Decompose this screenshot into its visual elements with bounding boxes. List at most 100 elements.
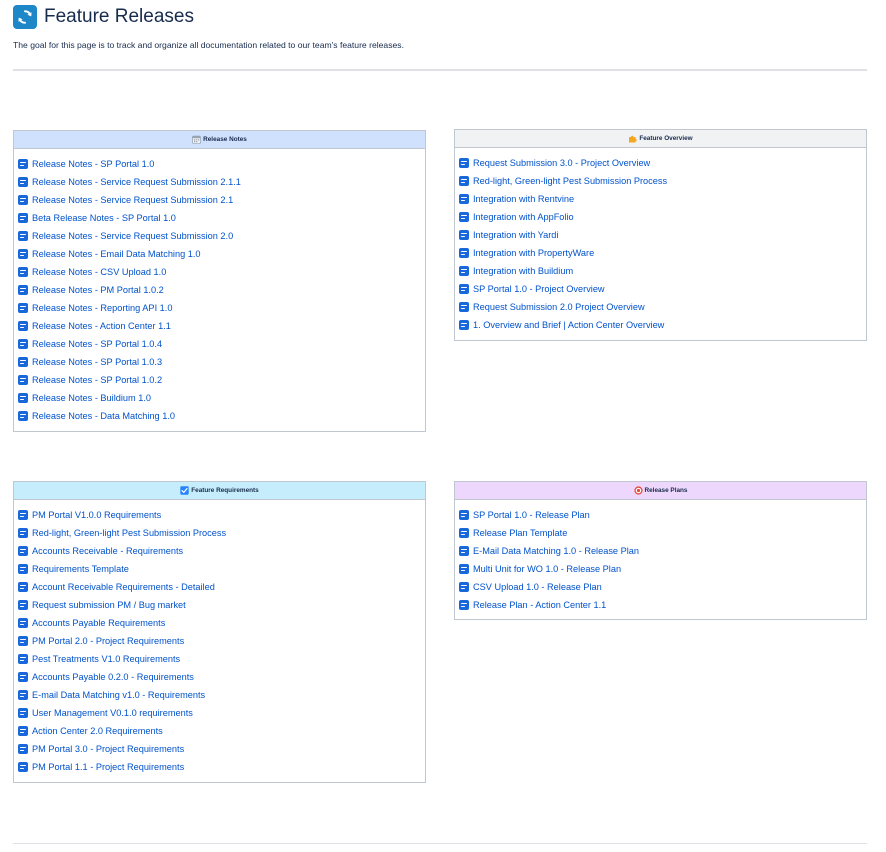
document-icon bbox=[18, 393, 28, 403]
list-item-label[interactable]: Pest Treatments V1.0 Requirements bbox=[32, 654, 180, 664]
list-item-label[interactable]: Release Notes - Buildium 1.0 bbox=[32, 393, 151, 403]
list-item-label[interactable]: Multi Unit for WO 1.0 - Release Plan bbox=[473, 564, 621, 574]
list-item-label[interactable]: Release Notes - Action Center 1.1 bbox=[32, 321, 171, 331]
list-item-label[interactable]: PM Portal 3.0 - Project Requirements bbox=[32, 744, 184, 754]
list-item-label[interactable]: Accounts Payable 0.2.0 - Requirements bbox=[32, 672, 194, 682]
document-icon bbox=[18, 600, 28, 610]
document-icon bbox=[18, 267, 28, 277]
list-item-label[interactable]: Integration with Yardi bbox=[473, 230, 558, 240]
list-item[interactable]: Release Plan Template bbox=[459, 524, 866, 542]
list-item[interactable]: SP Portal 1.0 - Release Plan bbox=[459, 506, 866, 524]
document-icon bbox=[18, 321, 28, 331]
list-item-label[interactable]: Action Center 2.0 Requirements bbox=[32, 726, 163, 736]
list-item-label[interactable]: Red-light, Green-light Pest Submission P… bbox=[473, 176, 667, 186]
list-item-label[interactable]: Release Notes - Service Request Submissi… bbox=[32, 195, 233, 205]
list-item[interactable]: PM Portal 3.0 - Project Requirements bbox=[18, 740, 425, 758]
list-item-label[interactable]: E-mail Data Matching v1.0 - Requirements bbox=[32, 690, 205, 700]
document-icon bbox=[459, 230, 469, 240]
list-item[interactable]: Request Submission 2.0 Project Overview bbox=[459, 298, 866, 316]
list-item[interactable]: Release Notes - Data Matching 1.0 bbox=[18, 407, 425, 425]
list-item-label[interactable]: Release Notes - SP Portal 1.0 bbox=[32, 159, 154, 169]
list-item[interactable]: Pest Treatments V1.0 Requirements bbox=[18, 650, 425, 668]
list-item-label[interactable]: Release Plan - Action Center 1.1 bbox=[473, 600, 606, 610]
list-item[interactable]: Integration with Rentvine bbox=[459, 190, 866, 208]
release-plans-list: SP Portal 1.0 - Release Plan Release Pla… bbox=[455, 500, 866, 614]
list-item[interactable]: Accounts Payable Requirements bbox=[18, 614, 425, 632]
list-item-label[interactable]: Release Notes - SP Portal 1.0.3 bbox=[32, 357, 162, 367]
list-item-label[interactable]: SP Portal 1.0 - Project Overview bbox=[473, 284, 605, 294]
document-icon bbox=[459, 266, 469, 276]
list-item[interactable]: Accounts Payable 0.2.0 - Requirements bbox=[18, 668, 425, 686]
list-item[interactable]: Account Receivable Requirements - Detail… bbox=[18, 578, 425, 596]
list-item[interactable]: Release Notes - Buildium 1.0 bbox=[18, 389, 425, 407]
list-item[interactable]: PM Portal V1.0.0 Requirements bbox=[18, 506, 425, 524]
list-item-label[interactable]: PM Portal V1.0.0 Requirements bbox=[32, 510, 161, 520]
list-item-label[interactable]: PM Portal 2.0 - Project Requirements bbox=[32, 636, 184, 646]
list-item-label[interactable]: SP Portal 1.0 - Release Plan bbox=[473, 510, 590, 520]
list-item-label[interactable]: Requirements Template bbox=[32, 564, 129, 574]
list-item[interactable]: Release Notes - SP Portal 1.0.3 bbox=[18, 353, 425, 371]
list-item[interactable]: Action Center 2.0 Requirements bbox=[18, 722, 425, 740]
list-item[interactable]: SP Portal 1.0 - Project Overview bbox=[459, 280, 866, 298]
list-item-label[interactable]: Release Notes - Data Matching 1.0 bbox=[32, 411, 175, 421]
list-item-label[interactable]: Release Notes - CSV Upload 1.0 bbox=[32, 267, 166, 277]
list-item-label[interactable]: User Management V0.1.0 requirements bbox=[32, 708, 193, 718]
list-item-label[interactable]: Release Notes - Email Data Matching 1.0 bbox=[32, 249, 201, 259]
list-item[interactable]: Integration with Yardi bbox=[459, 226, 866, 244]
list-item-label[interactable]: Integration with PropertyWare bbox=[473, 248, 594, 258]
list-item[interactable]: Release Notes - Email Data Matching 1.0 bbox=[18, 245, 425, 263]
list-item-label[interactable]: E-Mail Data Matching 1.0 - Release Plan bbox=[473, 546, 639, 556]
list-item[interactable]: Multi Unit for WO 1.0 - Release Plan bbox=[459, 560, 866, 578]
list-item[interactable]: User Management V0.1.0 requirements bbox=[18, 704, 425, 722]
list-item-label[interactable]: PM Portal 1.1 - Project Requirements bbox=[32, 762, 184, 772]
list-item[interactable]: Release Notes - Service Request Submissi… bbox=[18, 191, 425, 209]
list-item[interactable]: Release Notes - SP Portal 1.0.4 bbox=[18, 335, 425, 353]
list-item-label[interactable]: Request submission PM / Bug market bbox=[32, 600, 186, 610]
list-item-label[interactable]: Release Notes - Reporting API 1.0 bbox=[32, 303, 172, 313]
list-item[interactable]: Requirements Template bbox=[18, 560, 425, 578]
list-item-label[interactable]: Accounts Payable Requirements bbox=[32, 618, 165, 628]
list-item[interactable]: Release Notes - SP Portal 1.0.2 bbox=[18, 371, 425, 389]
list-item[interactable]: Integration with Buildium bbox=[459, 262, 866, 280]
list-item[interactable]: Red-light, Green-light Pest Submission P… bbox=[459, 172, 866, 190]
list-item[interactable]: Release Notes - Action Center 1.1 bbox=[18, 317, 425, 335]
list-item[interactable]: Release Notes - SP Portal 1.0 bbox=[18, 155, 425, 173]
list-item[interactable]: CSV Upload 1.0 - Release Plan bbox=[459, 578, 866, 596]
list-item-label[interactable]: 1. Overview and Brief | Action Center Ov… bbox=[473, 320, 664, 330]
list-item-label[interactable]: Release Notes - Service Request Submissi… bbox=[32, 177, 241, 187]
list-item[interactable]: E-mail Data Matching v1.0 - Requirements bbox=[18, 686, 425, 704]
list-item[interactable]: Integration with AppFolio bbox=[459, 208, 866, 226]
list-item-label[interactable]: Accounts Receivable - Requirements bbox=[32, 546, 183, 556]
list-item-label[interactable]: Integration with AppFolio bbox=[473, 212, 574, 222]
list-item-label[interactable]: Integration with Rentvine bbox=[473, 194, 574, 204]
list-item-label[interactable]: Release Notes - Service Request Submissi… bbox=[32, 231, 233, 241]
list-item[interactable]: Request Submission 3.0 - Project Overvie… bbox=[459, 154, 866, 172]
list-item-label[interactable]: Release Notes - PM Portal 1.0.2 bbox=[32, 285, 164, 295]
list-item[interactable]: Request submission PM / Bug market bbox=[18, 596, 425, 614]
list-item[interactable]: E-Mail Data Matching 1.0 - Release Plan bbox=[459, 542, 866, 560]
list-item-label[interactable]: Request Submission 3.0 - Project Overvie… bbox=[473, 158, 650, 168]
list-item[interactable]: Accounts Receivable - Requirements bbox=[18, 542, 425, 560]
list-item-label[interactable]: Red-light, Green-light Pest Submission P… bbox=[32, 528, 226, 538]
list-item[interactable]: Red-light, Green-light Pest Submission P… bbox=[18, 524, 425, 542]
list-item[interactable]: Beta Release Notes - SP Portal 1.0 bbox=[18, 209, 425, 227]
list-item[interactable]: Release Plan - Action Center 1.1 bbox=[459, 596, 866, 614]
list-item[interactable]: Release Notes - Service Request Submissi… bbox=[18, 173, 425, 191]
list-item-label[interactable]: Account Receivable Requirements - Detail… bbox=[32, 582, 215, 592]
list-item[interactable]: 1. Overview and Brief | Action Center Ov… bbox=[459, 316, 866, 334]
list-item-label[interactable]: Integration with Buildium bbox=[473, 266, 573, 276]
list-item-label[interactable]: CSV Upload 1.0 - Release Plan bbox=[473, 582, 602, 592]
list-item-label[interactable]: Release Notes - SP Portal 1.0.4 bbox=[32, 339, 162, 349]
list-item[interactable]: PM Portal 2.0 - Project Requirements bbox=[18, 632, 425, 650]
list-item[interactable]: PM Portal 1.1 - Project Requirements bbox=[18, 758, 425, 776]
list-item[interactable]: Integration with PropertyWare bbox=[459, 244, 866, 262]
calendar-icon bbox=[192, 135, 201, 144]
list-item-label[interactable]: Request Submission 2.0 Project Overview bbox=[473, 302, 645, 312]
list-item[interactable]: Release Notes - PM Portal 1.0.2 bbox=[18, 281, 425, 299]
list-item[interactable]: Release Notes - Service Request Submissi… bbox=[18, 227, 425, 245]
list-item[interactable]: Release Notes - Reporting API 1.0 bbox=[18, 299, 425, 317]
list-item-label[interactable]: Beta Release Notes - SP Portal 1.0 bbox=[32, 213, 176, 223]
list-item[interactable]: Release Notes - CSV Upload 1.0 bbox=[18, 263, 425, 281]
list-item-label[interactable]: Release Notes - SP Portal 1.0.2 bbox=[32, 375, 162, 385]
list-item-label[interactable]: Release Plan Template bbox=[473, 528, 567, 538]
